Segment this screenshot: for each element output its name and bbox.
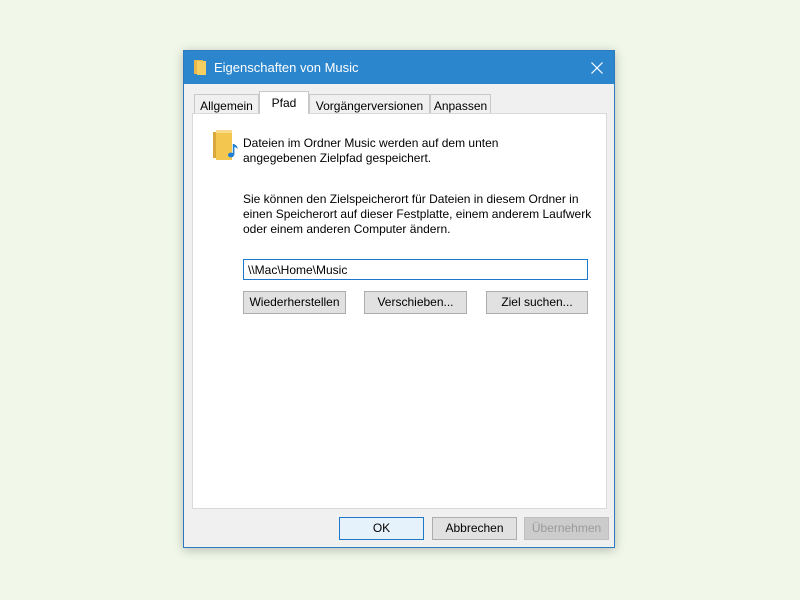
tab-allgemein[interactable]: Allgemein <box>194 94 259 113</box>
properties-dialog: Eigenschaften von Music Allgemein Pfad V… <box>183 50 615 548</box>
music-folder-icon <box>213 130 238 160</box>
tab-panel-pfad: Dateien im Ordner Music werden auf dem u… <box>192 113 607 509</box>
cancel-button[interactable]: Abbrechen <box>432 517 517 540</box>
folder-icon <box>194 60 206 75</box>
tab-anpassen[interactable]: Anpassen <box>430 94 491 113</box>
apply-button[interactable]: Übernehmen <box>524 517 609 540</box>
close-icon <box>591 61 603 74</box>
close-button[interactable] <box>580 51 614 84</box>
tab-vorgaengerversionen[interactable]: Vorgängerversionen <box>309 94 430 113</box>
restore-button[interactable]: Wiederherstellen <box>243 291 346 314</box>
ok-button[interactable]: OK <box>339 517 424 540</box>
title-bar[interactable]: Eigenschaften von Music <box>184 51 614 84</box>
path-input[interactable] <box>243 259 588 280</box>
instructions-text: Sie können den Zielspeicherort für Datei… <box>243 192 592 236</box>
description-text: Dateien im Ordner Music werden auf dem u… <box>243 136 499 165</box>
find-target-button[interactable]: Ziel suchen... <box>486 291 588 314</box>
window-title: Eigenschaften von Music <box>214 60 359 75</box>
move-button[interactable]: Verschieben... <box>364 291 467 314</box>
tab-pfad[interactable]: Pfad <box>259 91 309 114</box>
